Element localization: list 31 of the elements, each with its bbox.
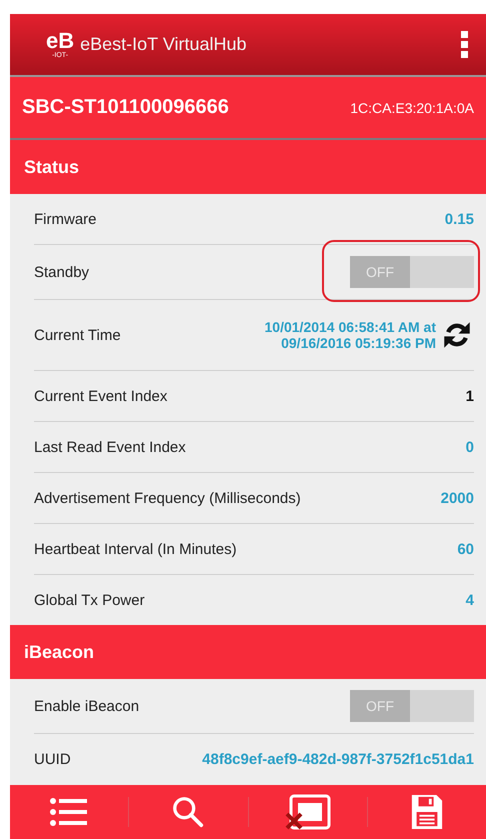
section-title: iBeacon — [24, 642, 94, 662]
setting-value: 2000 — [440, 490, 474, 506]
time-value: 09/16/2016 05:19:36 PM — [281, 335, 436, 351]
setting-value: 0 — [466, 438, 474, 456]
setting-label: Current Time — [34, 326, 121, 344]
setting-value: 60 — [457, 540, 474, 558]
setting-label: UUID — [34, 750, 71, 768]
device-address: 1C:CA:E3:20:1A:0A — [350, 100, 474, 116]
setting-label: Enable iBeacon — [34, 698, 140, 714]
setting-value: 4 — [466, 592, 474, 608]
setting-value: 1 — [466, 388, 474, 404]
device-name: SBC-ST101100096666 — [22, 96, 229, 119]
setting-value: 0.15 — [444, 210, 474, 228]
toggle-switch[interactable]: OFF — [350, 256, 474, 288]
logo-text: eB — [46, 30, 74, 52]
app-title: eBest-IoT VirtualHub — [80, 34, 248, 55]
cast-icon[interactable] — [284, 794, 331, 830]
setting-label: Current Event Index — [34, 388, 168, 404]
setting-label: Advertisement Frequency (Milliseconds) — [34, 490, 301, 506]
save-icon[interactable] — [410, 793, 444, 831]
toggle-switch[interactable]: OFF — [350, 690, 474, 722]
list-icon[interactable] — [49, 796, 90, 828]
setting-label: Firmware — [34, 210, 96, 228]
setting-label: Heartbeat Interval (In Minutes) — [34, 540, 237, 558]
setting-label: Standby — [34, 264, 90, 280]
setting-label: Global Tx Power — [34, 592, 145, 608]
time-value: 10/01/2014 06:58:41 AM at — [264, 319, 436, 335]
section-title: Status — [24, 156, 80, 178]
setting-label: Last Read Event Index — [34, 438, 186, 456]
setting-value: 48f8c9ef-aef9-482d-987f-3752f1c51da1 — [202, 750, 474, 768]
search-icon[interactable] — [171, 795, 206, 829]
